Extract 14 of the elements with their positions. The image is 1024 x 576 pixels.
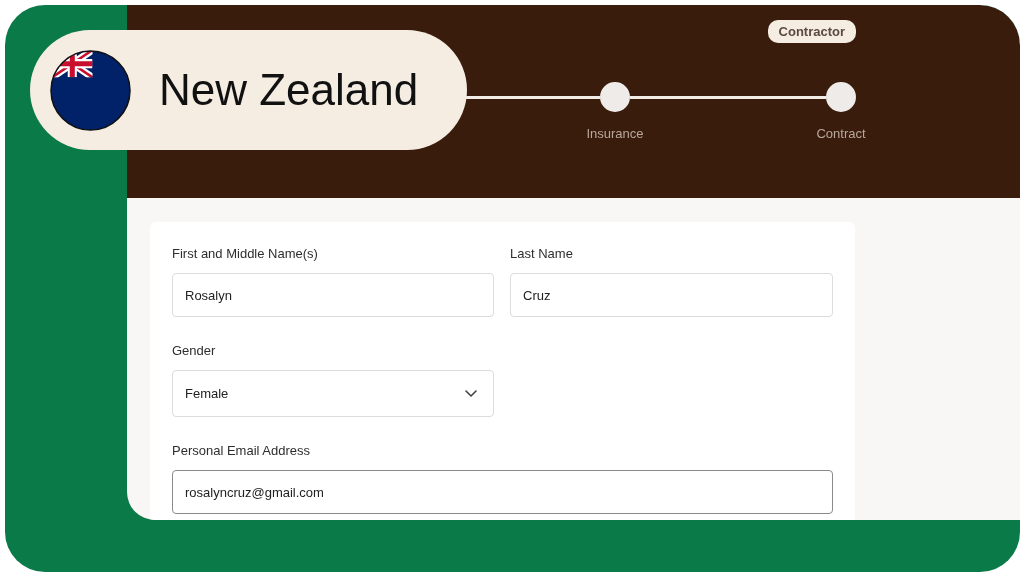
country-name: New Zealand (159, 65, 419, 115)
field-label: Last Name (510, 246, 574, 261)
select-field[interactable]: Female (172, 370, 494, 417)
field-label: Personal Email Address (172, 443, 311, 458)
field-label: First and Middle Name(s) (172, 246, 319, 261)
input-field[interactable]: rosalyncruz@gmail.com (172, 470, 833, 514)
input-field[interactable]: Rosalyn (172, 273, 494, 317)
input-field[interactable]: Cruz (510, 273, 833, 317)
step-label: Insurance (586, 126, 644, 141)
step-label: Contract (816, 126, 866, 141)
chevron-down-icon (465, 390, 477, 397)
select-value: Female (185, 386, 229, 401)
field-label: Gender (172, 343, 217, 358)
role-badge: Contractor (767, 20, 856, 43)
